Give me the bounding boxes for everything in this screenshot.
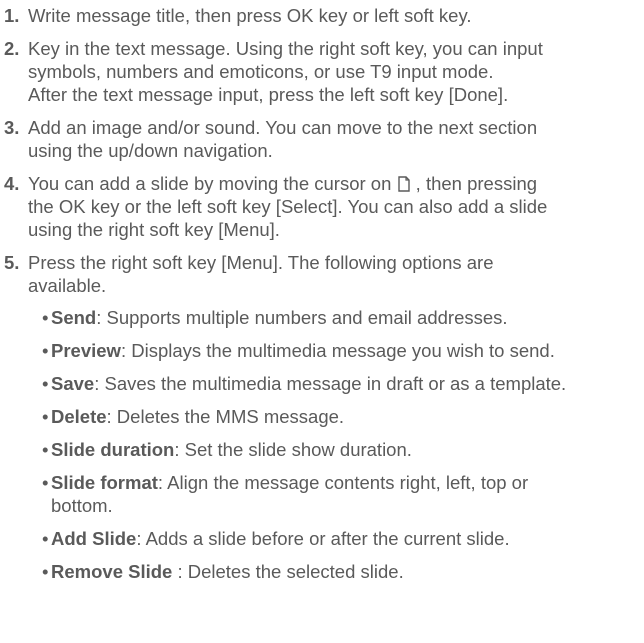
option-add-slide: • Add Slide: Adds a slide before or after…	[28, 527, 640, 550]
step-number: 2.	[4, 38, 20, 59]
bullet: •	[42, 528, 49, 549]
step-line: symbols, numbers and emoticons, or use T…	[28, 61, 494, 82]
option-title: Send	[51, 307, 97, 328]
step-line-part: , then pressing	[410, 173, 538, 194]
option-title: Slide format	[51, 472, 158, 493]
option-slide-format: • Slide format: Align the message content…	[28, 471, 640, 517]
option-send: • Send: Supports multiple numbers and ema…	[28, 306, 640, 329]
option-title: Save	[51, 373, 95, 394]
option-slide-duration: • Slide duration: Set the slide show dura…	[28, 438, 640, 461]
option-save: • Save: Saves the multimedia message in d…	[28, 372, 640, 395]
option-desc: : Saves the multimedia message in draft …	[94, 373, 567, 394]
step-number: 4.	[4, 173, 20, 194]
step-line: Press the right soft key [Menu]. The fol…	[28, 252, 494, 273]
step-text: Add an image and/or sound. You can move …	[28, 116, 644, 162]
option-desc: : Set the slide show duration.	[174, 439, 412, 460]
step-1: 1. Write message title, then press OK ke…	[4, 4, 644, 27]
option-delete: • Delete: Deletes the MMS message.	[28, 405, 640, 428]
step-2: 2. Key in the text message. Using the ri…	[4, 37, 644, 106]
option-desc: : Align the message contents right, left…	[157, 472, 529, 493]
step-text: You can add a slide by moving the cursor…	[28, 172, 644, 241]
bullet: •	[42, 340, 49, 361]
option-desc: : Adds a slide before or after the curre…	[136, 528, 510, 549]
step-line: Key in the text message. Using the right…	[28, 38, 543, 59]
option-title: Add Slide	[51, 528, 137, 549]
option-preview: • Preview: Displays the multimedia messag…	[28, 339, 640, 362]
step-line: using the right soft key [Menu].	[28, 219, 280, 240]
step-line: Add an image and/or sound. You can move …	[28, 117, 538, 138]
step-line-part: You can add a slide by moving the cursor…	[28, 173, 397, 194]
step-line: the OK key or the left soft key [Select]…	[28, 196, 548, 217]
step-text: Press the right soft key [Menu]. The fol…	[28, 251, 644, 593]
new-page-icon	[397, 176, 410, 192]
option-desc: : Displays the multimedia message you wi…	[120, 340, 555, 361]
option-desc: : Deletes the selected slide.	[172, 561, 404, 582]
step-line: You can add a slide by moving the cursor…	[28, 172, 640, 195]
step-number: 1.	[4, 5, 20, 26]
option-desc: : Deletes the MMS message.	[106, 406, 345, 427]
step-text: Key in the text message. Using the right…	[28, 37, 644, 106]
menu-options-list: • Send: Supports multiple numbers and ema…	[28, 306, 640, 583]
option-title: Remove Slide	[51, 561, 173, 582]
option-title: Slide duration	[51, 439, 175, 460]
bullet: •	[42, 561, 49, 582]
step-3: 3. Add an image and/or sound. You can mo…	[4, 116, 644, 162]
step-number: 5.	[4, 252, 20, 273]
step-text: Write message title, then press OK key o…	[28, 4, 644, 27]
step-line: using the up/down navigation.	[28, 140, 273, 161]
bullet: •	[42, 472, 49, 493]
step-5: 5. Press the right soft key [Menu]. The …	[4, 251, 644, 593]
step-line: available.	[28, 275, 107, 296]
option-title: Delete	[51, 406, 107, 427]
bullet: •	[42, 307, 49, 328]
bullet: •	[42, 439, 49, 460]
step-number: 3.	[4, 117, 20, 138]
step-line: Write message title, then press OK key o…	[28, 5, 472, 26]
bullet: •	[42, 373, 49, 394]
step-line: After the text message input, press the …	[28, 84, 509, 105]
option-desc: : Supports multiple numbers and email ad…	[96, 307, 508, 328]
option-desc-continued: bottom.	[51, 495, 113, 516]
bullet: •	[42, 406, 49, 427]
option-title: Preview	[51, 340, 121, 361]
manual-page: 1. Write message title, then press OK ke…	[0, 0, 644, 643]
option-remove-slide: • Remove Slide : Deletes the selected sli…	[28, 560, 640, 583]
step-4: 4. You can add a slide by moving the cur…	[4, 172, 644, 241]
